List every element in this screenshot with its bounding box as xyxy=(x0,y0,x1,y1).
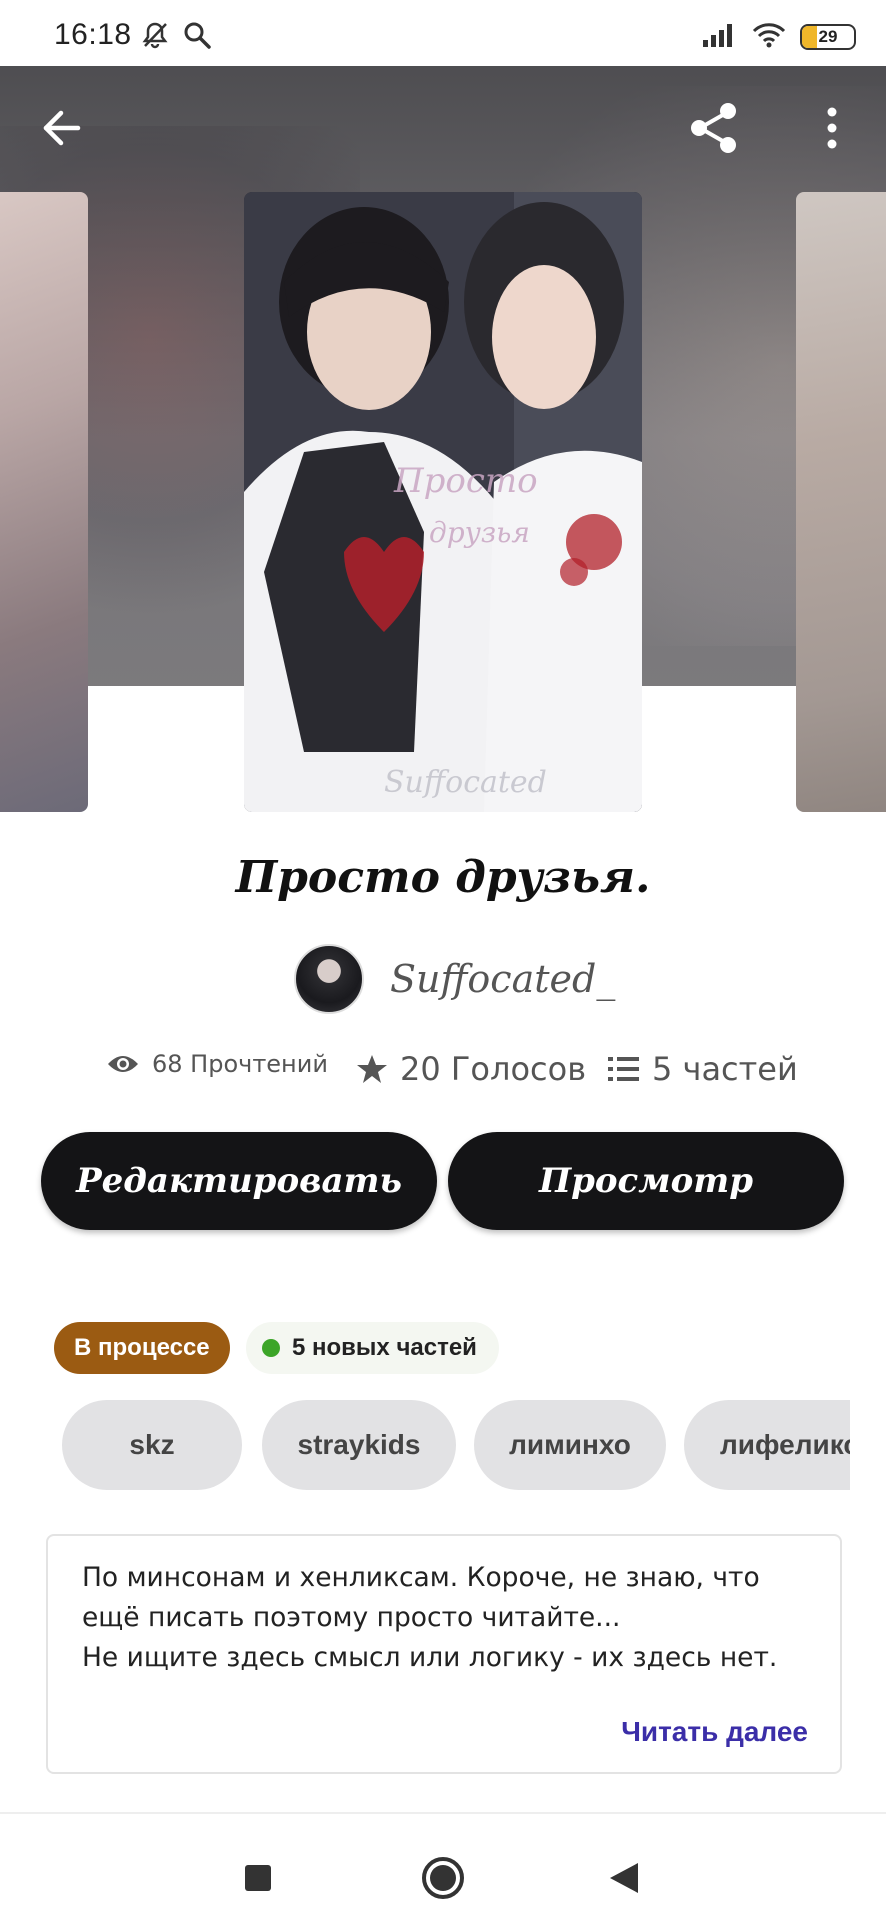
back-nav-button[interactable] xyxy=(594,1848,654,1908)
tag-chip[interactable]: лиминхо xyxy=(474,1400,666,1490)
stat-votes-label: 20 Голосов xyxy=(400,1050,587,1088)
back-button[interactable] xyxy=(22,88,102,168)
tag-list: skz straykids лиминхо лифеликс xyxy=(62,1400,850,1492)
description-line: ещё писать поэтому просто читайте... xyxy=(82,1602,621,1633)
story-title: Просто друзья. xyxy=(235,852,651,903)
new-dot-icon xyxy=(262,1339,280,1357)
author-avatar[interactable] xyxy=(294,944,364,1014)
battery-icon: 29 xyxy=(800,24,856,50)
story-stats: 68 Прочтений 20 Голосов 5 частей xyxy=(0,1050,886,1104)
home-circle-icon xyxy=(422,1857,464,1899)
edit-button[interactable]: Редактировать xyxy=(41,1132,437,1230)
author-name[interactable]: Suffocated_ xyxy=(390,957,615,1001)
stat-reads: 68 Прочтений xyxy=(106,1050,328,1078)
description-line: По минсонам и хенликсам. Короче, не знаю… xyxy=(82,1562,760,1593)
description-line: Не ищите здесь смысл или логику - их зде… xyxy=(82,1642,778,1673)
back-triangle-icon xyxy=(610,1863,638,1893)
mute-bell-icon xyxy=(140,20,170,54)
recents-button[interactable] xyxy=(228,1848,288,1908)
battery-text: 29 xyxy=(818,27,838,46)
cover-watermark-1: Просто xyxy=(393,461,538,501)
cover-watermark-2: друзья xyxy=(429,516,530,549)
more-options-button[interactable] xyxy=(792,88,872,168)
cover-previous[interactable] xyxy=(0,192,88,812)
status-right-icons: 29 xyxy=(702,22,856,52)
cover-artwork: Просто друзья Suffocated xyxy=(244,192,642,812)
read-more-link[interactable]: Читать далее xyxy=(621,1716,808,1748)
tag-chip[interactable]: лифеликс xyxy=(684,1400,850,1490)
cover-main[interactable]: Просто друзья Suffocated xyxy=(244,192,642,812)
share-icon xyxy=(691,103,736,153)
tag-chip[interactable]: skz xyxy=(62,1400,242,1490)
stat-parts: 5 частей xyxy=(608,1050,798,1088)
more-vertical-icon xyxy=(827,107,837,149)
status-left-icons xyxy=(140,20,212,54)
status-badge: В процессе xyxy=(54,1322,230,1374)
stat-reads-label: 68 Прочтений xyxy=(152,1050,328,1078)
new-parts-badge: 5 новых частей xyxy=(246,1322,499,1374)
description-box: По минсонам и хенликсам. Короче, не знаю… xyxy=(46,1534,842,1774)
author-row[interactable]: Suffocated_ xyxy=(294,944,615,1014)
new-parts-label: 5 новых частей xyxy=(292,1334,477,1361)
star-icon xyxy=(357,1055,387,1083)
wifi-icon xyxy=(752,22,786,52)
tag-chip[interactable]: straykids xyxy=(262,1400,456,1490)
stat-parts-label: 5 частей xyxy=(652,1050,798,1088)
list-icon xyxy=(608,1057,639,1081)
home-button[interactable] xyxy=(413,1848,473,1908)
view-button[interactable]: Просмотр xyxy=(448,1132,844,1230)
share-button[interactable] xyxy=(674,88,754,168)
signal-icon xyxy=(702,22,738,52)
description-text: По минсонам и хенликсам. Короче, не знаю… xyxy=(82,1558,822,1678)
cover-next[interactable] xyxy=(796,192,886,812)
back-arrow-icon xyxy=(43,110,81,146)
recents-square-icon xyxy=(245,1865,271,1891)
stat-votes: 20 Голосов xyxy=(356,1050,586,1088)
search-icon xyxy=(182,20,212,54)
status-bar: 16:18 29 xyxy=(0,0,886,66)
cover-watermark-3: Suffocated xyxy=(384,765,547,800)
status-time: 16:18 xyxy=(54,18,132,51)
eye-icon xyxy=(108,1056,138,1072)
system-nav-bar xyxy=(0,1814,886,1920)
